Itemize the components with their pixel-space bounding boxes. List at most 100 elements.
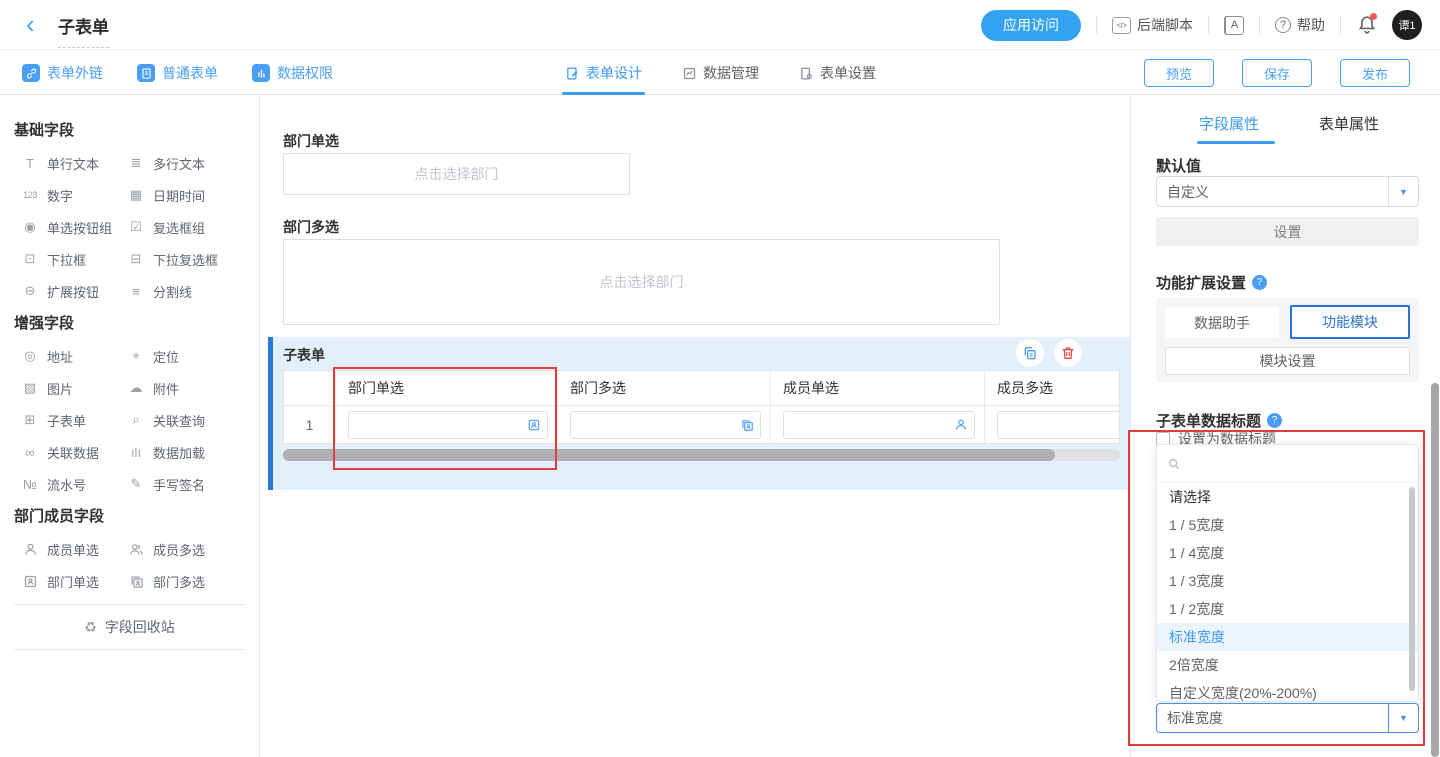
dropdown-option[interactable]: 1 / 4宽度 <box>1157 539 1418 567</box>
field-extend-button[interactable]: ⊖扩展按钮 <box>20 282 126 300</box>
dept-single-icon <box>527 418 541 432</box>
location-icon: ⌖ <box>126 348 146 364</box>
form-external-link-button[interactable]: 表单外链 <box>22 63 103 83</box>
tab-data-management[interactable]: 数据管理 <box>682 51 759 95</box>
field-dept-multi[interactable]: 部门多选 <box>126 572 259 590</box>
field-divider-line[interactable]: ≡分割线 <box>126 282 259 300</box>
field-attachment[interactable]: ☁附件 <box>126 379 259 397</box>
field-address[interactable]: ◎地址 <box>20 347 126 365</box>
page-title[interactable]: 子表单 <box>58 13 109 48</box>
field-datetime[interactable]: ▦日期时间 <box>126 186 259 204</box>
dropdown-search-input[interactable] <box>1157 445 1418 483</box>
data-permission-label: 数据权限 <box>277 63 333 83</box>
row-number-cell: 1 <box>284 406 336 444</box>
cell-input-dept-single[interactable] <box>348 411 548 439</box>
default-value-select[interactable]: 自定义 ▼ <box>1156 176 1419 207</box>
address-book-icon[interactable]: A <box>1224 16 1244 35</box>
form-canvas: 部门单选 点击选择部门 部门多选 点击选择部门 子表单 部门单选 部门多选 成员… <box>260 95 1130 757</box>
extend-button-icon: ⊖ <box>20 283 40 299</box>
linked-query-icon: ⌕ <box>126 412 146 428</box>
dept-single-icon <box>20 573 40 589</box>
cell-input-member-multi[interactable] <box>997 411 1120 439</box>
notification-dot <box>1370 13 1377 20</box>
field-data-load[interactable]: ılı数据加载 <box>126 443 259 461</box>
module-settings-button[interactable]: 模块设置 <box>1165 347 1410 375</box>
dropdown-icon: ⊡ <box>20 251 40 267</box>
field-linked-query[interactable]: ⌕关联查询 <box>126 411 259 429</box>
single-line-text-icon: T <box>20 156 40 171</box>
link-icon <box>22 64 40 82</box>
field-signature[interactable]: ✎手写签名 <box>126 475 259 493</box>
help-circle-icon[interactable]: ? <box>1252 275 1267 290</box>
dropdown-option[interactable]: 1 / 5宽度 <box>1157 511 1418 539</box>
field-radio-group[interactable]: ◉单选按钮组 <box>20 218 126 236</box>
avatar[interactable]: 谭1 <box>1392 10 1422 40</box>
field-subform[interactable]: ⊞子表单 <box>20 411 126 429</box>
default-value-heading: 默认值 <box>1156 155 1201 176</box>
field-serial-number[interactable]: №流水号 <box>20 475 126 493</box>
divider <box>1208 16 1209 34</box>
dropdown-option[interactable]: 1 / 3宽度 <box>1157 567 1418 595</box>
signature-icon: ✎ <box>126 476 146 492</box>
dropdown-option[interactable]: 2倍宽度 <box>1157 651 1418 679</box>
field-multi-dropdown[interactable]: ⊟下拉复选框 <box>126 250 259 268</box>
cell-input-member-single[interactable] <box>783 411 975 439</box>
copy-button[interactable] <box>1016 339 1044 367</box>
field-number[interactable]: 123数字 <box>20 186 126 204</box>
dropdown-option[interactable]: 请选择 <box>1157 483 1418 511</box>
field-multi-line-text[interactable]: ≣多行文本 <box>126 154 259 172</box>
field-recycle-bin[interactable]: ♻字段回收站 <box>14 604 245 650</box>
panel-vertical-scrollbar[interactable] <box>1431 383 1439 757</box>
chevron-down-icon[interactable]: ▼ <box>1388 177 1418 206</box>
field-member-single[interactable]: 成员单选 <box>20 540 126 558</box>
back-icon[interactable]: ‹ <box>26 8 35 40</box>
document-icon <box>137 64 155 82</box>
field-location[interactable]: ⌖定位 <box>126 347 259 365</box>
tab-form-settings[interactable]: 表单设置 <box>799 51 876 95</box>
data-assistant-button[interactable]: 数据助手 <box>1165 307 1279 338</box>
help-button[interactable]: ? 帮助 <box>1275 15 1325 35</box>
field-member-multi[interactable]: 成员多选 <box>126 540 259 558</box>
member-multi-icon <box>126 541 146 557</box>
dept-single-picker[interactable]: 点击选择部门 <box>283 153 630 195</box>
dropdown-option[interactable]: 1 / 2宽度 <box>1157 595 1418 623</box>
function-module-button[interactable]: 功能模块 <box>1290 305 1410 339</box>
chevron-down-icon[interactable]: ▼ <box>1388 704 1418 732</box>
save-button[interactable]: 保存 <box>1242 59 1312 87</box>
tab-form-design[interactable]: 表单设计 <box>565 51 642 95</box>
set-button[interactable]: 设置 <box>1156 217 1419 246</box>
help-circle-icon[interactable]: ? <box>1267 413 1282 428</box>
data-permission-button[interactable]: 数据权限 <box>252 63 333 83</box>
attachment-icon: ☁ <box>126 380 146 396</box>
field-linked-data[interactable]: ∞关联数据 <box>20 443 126 461</box>
field-dropdown[interactable]: ⊡下拉框 <box>20 250 126 268</box>
data-load-icon: ılı <box>126 445 146 460</box>
width-select[interactable]: 标准宽度 ▼ <box>1156 703 1419 733</box>
help-label: 帮助 <box>1297 15 1325 35</box>
subform-field-selected[interactable]: 子表单 部门单选 部门多选 成员单选 成员多选 1 <box>268 337 1130 490</box>
field-checkbox-group[interactable]: ☑复选框组 <box>126 218 259 236</box>
field-dept-single[interactable]: 部门单选 <box>20 572 126 590</box>
backend-script-button[interactable]: </> 后端脚本 <box>1112 15 1193 35</box>
field-image[interactable]: ▧图片 <box>20 379 126 397</box>
publish-button[interactable]: 发布 <box>1340 59 1410 87</box>
delete-button[interactable] <box>1054 339 1082 367</box>
app-access-button[interactable]: 应用访问 <box>981 10 1081 41</box>
dropdown-option-selected[interactable]: 标准宽度 <box>1157 623 1418 651</box>
tab-form-properties[interactable]: 表单属性 <box>1319 113 1379 134</box>
notification-bell-icon[interactable] <box>1356 14 1378 36</box>
subform-horizontal-scrollbar[interactable] <box>283 449 1120 461</box>
preview-button[interactable]: 预览 <box>1144 59 1214 87</box>
subform-title: 子表单 <box>283 345 325 365</box>
dept-multi-picker[interactable]: 点击选择部门 <box>283 239 1000 325</box>
cell-input-dept-multi[interactable] <box>570 411 761 439</box>
dropdown-scrollbar[interactable] <box>1409 487 1415 691</box>
field-single-line-text[interactable]: T单行文本 <box>20 154 126 172</box>
recycle-icon: ♻ <box>84 619 97 635</box>
scrollbar-thumb[interactable] <box>283 449 1055 461</box>
normal-form-button[interactable]: 普通表单 <box>137 63 218 83</box>
member-single-icon <box>20 541 40 557</box>
extension-card: 数据助手 功能模块 模块设置 <box>1156 298 1419 382</box>
dropdown-option[interactable]: 自定义宽度(20%-200%) <box>1157 679 1418 702</box>
tab-field-properties[interactable]: 字段属性 <box>1199 113 1259 134</box>
